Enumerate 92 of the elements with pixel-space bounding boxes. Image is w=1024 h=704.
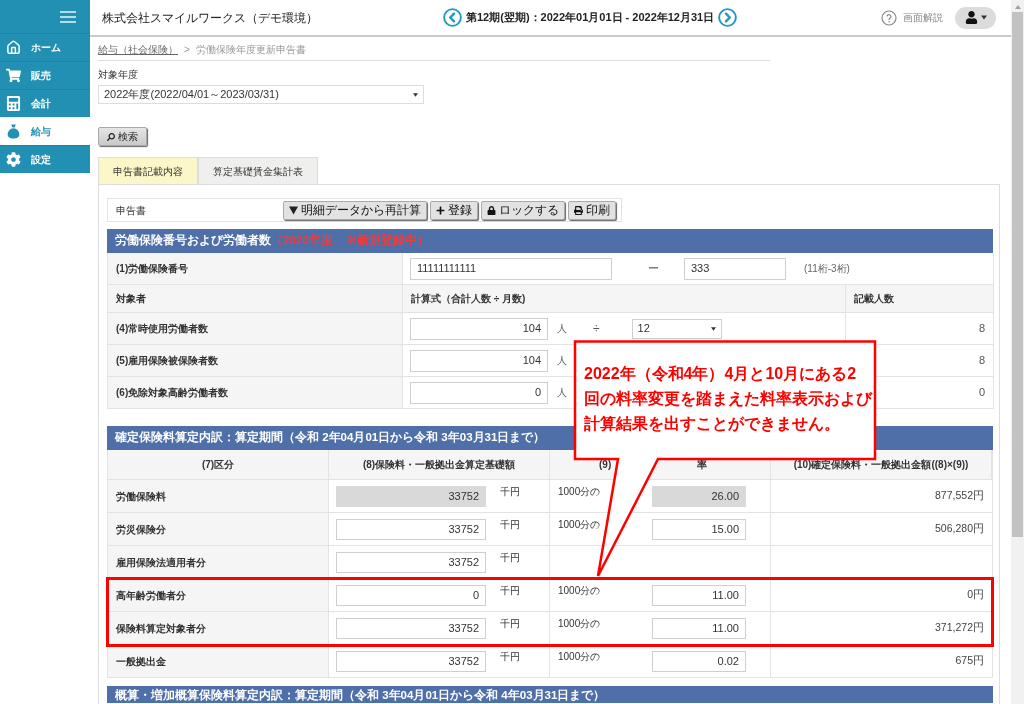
rate-unit-label: 1000分の (558, 617, 602, 630)
rate-field[interactable]: 11.00 (652, 585, 746, 606)
rate-field[interactable]: 11.00 (652, 618, 746, 639)
toolbar-button[interactable]: 登録 (430, 200, 478, 220)
digits-hint: (11桁-3桁) (804, 262, 850, 276)
unit-label: 人 (557, 354, 567, 368)
base-amount-field[interactable]: 33752 (336, 552, 486, 573)
row-label-cell: 一般拠出金 (108, 645, 329, 677)
printer-icon (574, 205, 583, 215)
column-header: (7)区分 (201, 458, 235, 472)
unit-label: 千円 (500, 617, 520, 630)
breadcrumb-separator: > (184, 43, 190, 57)
insurance-number-field[interactable]: 333 (684, 257, 786, 280)
unit-label: 人 (557, 322, 567, 336)
scrollbar-thumb[interactable] (1012, 12, 1023, 537)
toolbar-button[interactable]: 印刷 (568, 200, 616, 220)
caret-icon (980, 15, 987, 20)
search-icon (107, 132, 115, 141)
column-header: 対象者 (108, 285, 403, 313)
unit-label: 人 (557, 386, 567, 400)
rate-unit-label: 1000分の (558, 650, 602, 663)
period-label: 第12期(翌期)：2022年01月01日 - 2022年12月31日 (466, 10, 715, 26)
section-title: 概算・増加概算保険料算定内訳：算定期間（令和 3年04月01日から令和 4年03月31日まで） (115, 687, 606, 703)
gear-icon (6, 152, 21, 167)
headcount-field[interactable]: 0 (410, 381, 548, 404)
unit-label: 千円 (500, 650, 520, 663)
column-header: 率 (697, 458, 708, 472)
base-amount-field[interactable]: 0 (336, 585, 486, 606)
right-chevron-icon[interactable] (718, 8, 738, 27)
headcount-field[interactable]: 104 (410, 317, 548, 340)
column-header: (9) (599, 458, 612, 472)
row-label-cell: 雇用保険法適用者分 (108, 546, 329, 578)
house-icon (6, 40, 21, 55)
section-title: 確定保険料算定内訳：算定期間（令和 2年04月01日から令和 3年03月31日まで） (115, 429, 546, 446)
sidebar-item[interactable]: 給与 (0, 117, 90, 145)
rate-unit-label: 1000分の (558, 485, 602, 498)
menu-icon[interactable] (60, 10, 76, 23)
column-header: (10)確定保険料・一般拠出金額((8)×(9)) (793, 458, 969, 472)
fiscal-year-select[interactable]: 2022年度(2022/04/01～2023/03/31) (98, 85, 424, 104)
rate-field[interactable]: 15.00 (652, 519, 746, 540)
base-amount-field[interactable]: 33752 (336, 519, 486, 540)
rate-unit-label: 1000分の (558, 518, 602, 531)
lock-icon (487, 205, 496, 215)
section-note: （2020年度 ※新規登録中） (271, 232, 429, 249)
row-label-cell: (4)常時使用労働者数 (108, 313, 403, 345)
plus-icon (436, 205, 445, 215)
unit-label: 千円 (500, 551, 520, 564)
help-link[interactable]: 画面解説 (903, 10, 943, 25)
row-label-cell: (1)労働保険番号 (108, 253, 403, 285)
section-title: 労働保険番号および労働者数 (115, 232, 271, 249)
breadcrumb-current: 労働保険年度更新申告書 (195, 43, 306, 57)
search-button[interactable]: 検索 (98, 127, 147, 146)
user-menu-button[interactable] (955, 6, 996, 29)
up-arrow-icon[interactable] (1014, 5, 1021, 9)
toolbar-button[interactable]: 明細データから再計算 (283, 200, 427, 220)
left-chevron-icon[interactable] (443, 8, 462, 27)
tab[interactable]: 申告書記載内容 (98, 157, 198, 184)
base-amount-field[interactable]: 33752 (336, 651, 486, 672)
breadcrumb-link[interactable]: 給与（社会保険） (98, 42, 178, 57)
rate-field[interactable]: 0.02 (652, 651, 746, 672)
company-name: 株式会社スマイルワークス（デモ環境） (102, 9, 319, 27)
base-amount-field[interactable]: 33752 (336, 618, 486, 639)
caret-icon (710, 326, 716, 331)
months-select[interactable]: 12 (631, 318, 722, 339)
person-icon (964, 11, 978, 24)
toolbar-title: 申告書 (116, 203, 146, 218)
insurance-number-field[interactable]: 11111111111 (410, 257, 612, 280)
toolbar-button[interactable]: ロックする (481, 200, 565, 220)
help-icon[interactable] (881, 9, 897, 26)
row-label-cell: 労災保険分 (108, 513, 329, 545)
caret-icon (413, 92, 418, 97)
unit-label: 千円 (500, 518, 520, 531)
column-header: 記載人数 (846, 285, 994, 313)
divide-sign: ÷ (593, 320, 600, 338)
row-label-cell: 保険料算定対象者分 (108, 612, 329, 644)
tab[interactable]: 算定基礎賃金集計表 (198, 157, 318, 184)
column-header: (8)保険料・一般拠出金算定基礎額 (362, 458, 516, 472)
unit-label: 千円 (500, 485, 520, 498)
column-header: 計算式（合計人数 ÷ 月数) (403, 285, 846, 313)
down-triangle-icon (289, 205, 298, 215)
row-label-cell: (6)免除対象高齢労働者数 (108, 377, 403, 409)
calculator-icon (6, 96, 21, 111)
field-label: 対象年度 (98, 68, 138, 82)
rate-unit-label: 1000分の (558, 584, 602, 597)
dash-separator: ー (648, 261, 659, 277)
row-label-cell: 労働保険料 (108, 480, 329, 512)
row-label-cell: 高年齢労働者分 (108, 579, 329, 611)
headcount-field[interactable]: 104 (410, 349, 548, 372)
cart-icon (6, 68, 21, 83)
money-bag-icon (6, 123, 21, 139)
unit-label: 千円 (500, 584, 520, 597)
row-label-cell: (5)雇用保険被保険者数 (108, 345, 403, 377)
